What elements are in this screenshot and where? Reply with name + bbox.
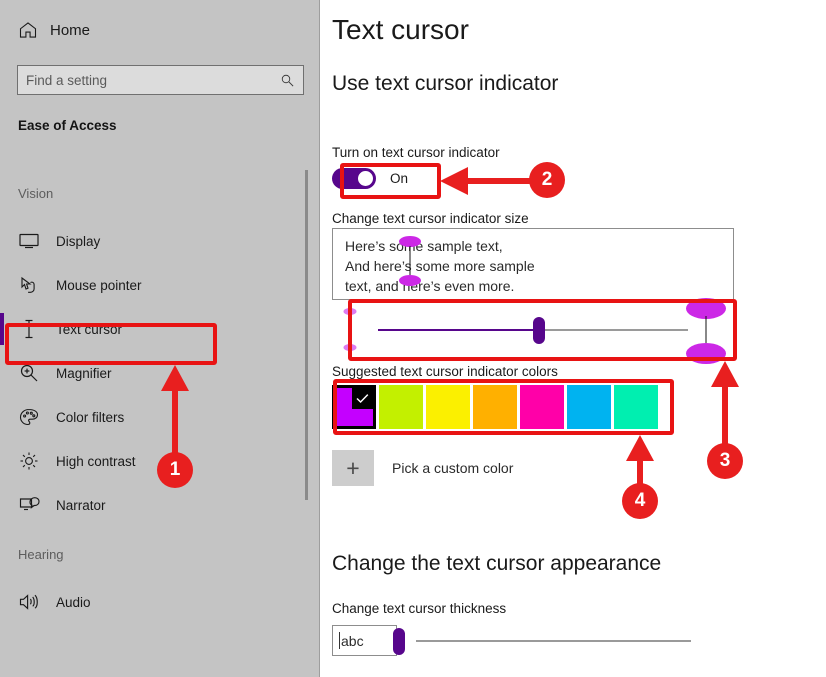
text-caret bbox=[339, 632, 340, 649]
preview-text-cursor-indicator bbox=[398, 236, 422, 286]
sidebar-item-label: Audio bbox=[56, 594, 91, 610]
magnifier-icon bbox=[18, 363, 40, 383]
indicator-cap-bottom bbox=[399, 275, 421, 286]
indicator-cap-bottom bbox=[686, 343, 726, 364]
thickness-slider-track[interactable] bbox=[416, 640, 691, 642]
sidebar-item-color-filters[interactable]: Color filters bbox=[0, 395, 320, 439]
narrator-icon bbox=[18, 495, 40, 515]
sidebar-group-vision-label: Vision bbox=[18, 186, 54, 201]
suggested-colors-swatches bbox=[332, 385, 658, 429]
sidebar-item-display[interactable]: Display bbox=[0, 219, 320, 263]
sidebar-app-title: Ease of Access bbox=[18, 118, 117, 133]
thickness-caption: Change text cursor thickness bbox=[332, 601, 507, 616]
color-swatch-orange[interactable] bbox=[473, 385, 517, 429]
sidebar-item-text-cursor[interactable]: Text cursor bbox=[0, 307, 320, 351]
suggested-colors-caption: Suggested text cursor indicator colors bbox=[332, 364, 558, 379]
sidebar-item-label: Display bbox=[56, 233, 101, 249]
indicator-cap-bottom bbox=[343, 344, 357, 351]
toggle-caption: Turn on text cursor indicator bbox=[332, 145, 500, 160]
indicator-size-small-preview bbox=[342, 308, 358, 352]
pick-custom-color-label: Pick a custom color bbox=[392, 460, 514, 476]
text-cursor-icon bbox=[18, 319, 40, 339]
search-setting-box[interactable] bbox=[17, 65, 304, 95]
color-swatch-yellow[interactable] bbox=[426, 385, 470, 429]
sidebar-item-narrator[interactable]: Narrator bbox=[0, 483, 320, 527]
sidebar-item-label: Text cursor bbox=[56, 321, 123, 337]
speaker-icon bbox=[18, 592, 40, 612]
sidebar-item-audio[interactable]: Audio bbox=[0, 580, 320, 624]
text-cursor-indicator-toggle[interactable]: On bbox=[332, 168, 408, 189]
pick-custom-color-row[interactable]: + Pick a custom color bbox=[332, 450, 513, 486]
sidebar-item-mouse-pointer[interactable]: Mouse pointer bbox=[0, 263, 320, 307]
search-icon bbox=[281, 74, 294, 86]
section-heading-use-indicator: Use text cursor indicator bbox=[332, 72, 559, 95]
settings-sidebar: Home Ease of Access Vision Display bbox=[0, 0, 320, 677]
sidebar-item-magnifier[interactable]: Magnifier bbox=[0, 351, 320, 395]
color-swatch-pink[interactable] bbox=[520, 385, 564, 429]
thickness-preview-box[interactable]: abc bbox=[332, 625, 397, 656]
size-slider-caption: Change text cursor indicator size bbox=[332, 211, 529, 226]
indicator-stem bbox=[349, 314, 351, 345]
home-nav-button[interactable]: Home bbox=[18, 20, 90, 40]
toggle-knob bbox=[358, 171, 373, 186]
monitor-icon bbox=[18, 231, 40, 251]
toggle-switch[interactable] bbox=[332, 168, 376, 189]
indicator-size-large-preview bbox=[684, 298, 728, 364]
sidebar-group-hearing-label: Hearing bbox=[18, 547, 64, 562]
color-swatch-spring-green[interactable] bbox=[614, 385, 658, 429]
sidebar-item-label: High contrast bbox=[56, 453, 136, 469]
section-heading-cursor-appearance: Change the text cursor appearance bbox=[332, 552, 662, 575]
sidebar-item-label: Mouse pointer bbox=[56, 277, 142, 293]
settings-window: Home Ease of Access Vision Display bbox=[0, 0, 826, 677]
home-icon bbox=[19, 22, 37, 38]
palette-icon bbox=[18, 407, 40, 427]
color-swatch-magenta[interactable] bbox=[332, 385, 376, 429]
sidebar-scrollbar[interactable] bbox=[305, 170, 308, 500]
sun-icon bbox=[18, 451, 40, 471]
thickness-slider-thumb[interactable] bbox=[393, 628, 405, 655]
thickness-preview-text: abc bbox=[341, 632, 364, 649]
text-cursor-preview-box[interactable]: Here’s some sample text, And here’s some… bbox=[332, 228, 734, 300]
text-cursor-indicator-size-slider[interactable] bbox=[332, 298, 734, 364]
page-title: Text cursor bbox=[332, 14, 469, 45]
plus-icon[interactable]: + bbox=[332, 450, 374, 486]
checkmark-icon bbox=[352, 388, 373, 409]
search-input[interactable] bbox=[26, 72, 280, 88]
color-swatch-sky-blue[interactable] bbox=[567, 385, 611, 429]
toggle-state-label: On bbox=[390, 171, 409, 186]
home-label: Home bbox=[50, 21, 91, 39]
color-swatch-yellow-green[interactable] bbox=[379, 385, 423, 429]
sidebar-item-label: Magnifier bbox=[56, 365, 112, 381]
indicator-stem bbox=[705, 316, 707, 346]
sidebar-item-label: Color filters bbox=[56, 409, 125, 425]
indicator-stem bbox=[409, 246, 411, 276]
sidebar-nav: Vision Display Mouse pointer Text cursor… bbox=[0, 186, 320, 624]
sidebar-item-high-contrast[interactable]: High contrast bbox=[0, 439, 320, 483]
size-slider-thumb[interactable] bbox=[533, 317, 546, 344]
size-slider-fill bbox=[378, 329, 540, 331]
pointer-hand-icon bbox=[18, 275, 40, 295]
settings-main-pane: Text cursor Use text cursor indicator Tu… bbox=[320, 0, 826, 677]
sidebar-item-label: Narrator bbox=[56, 497, 106, 513]
